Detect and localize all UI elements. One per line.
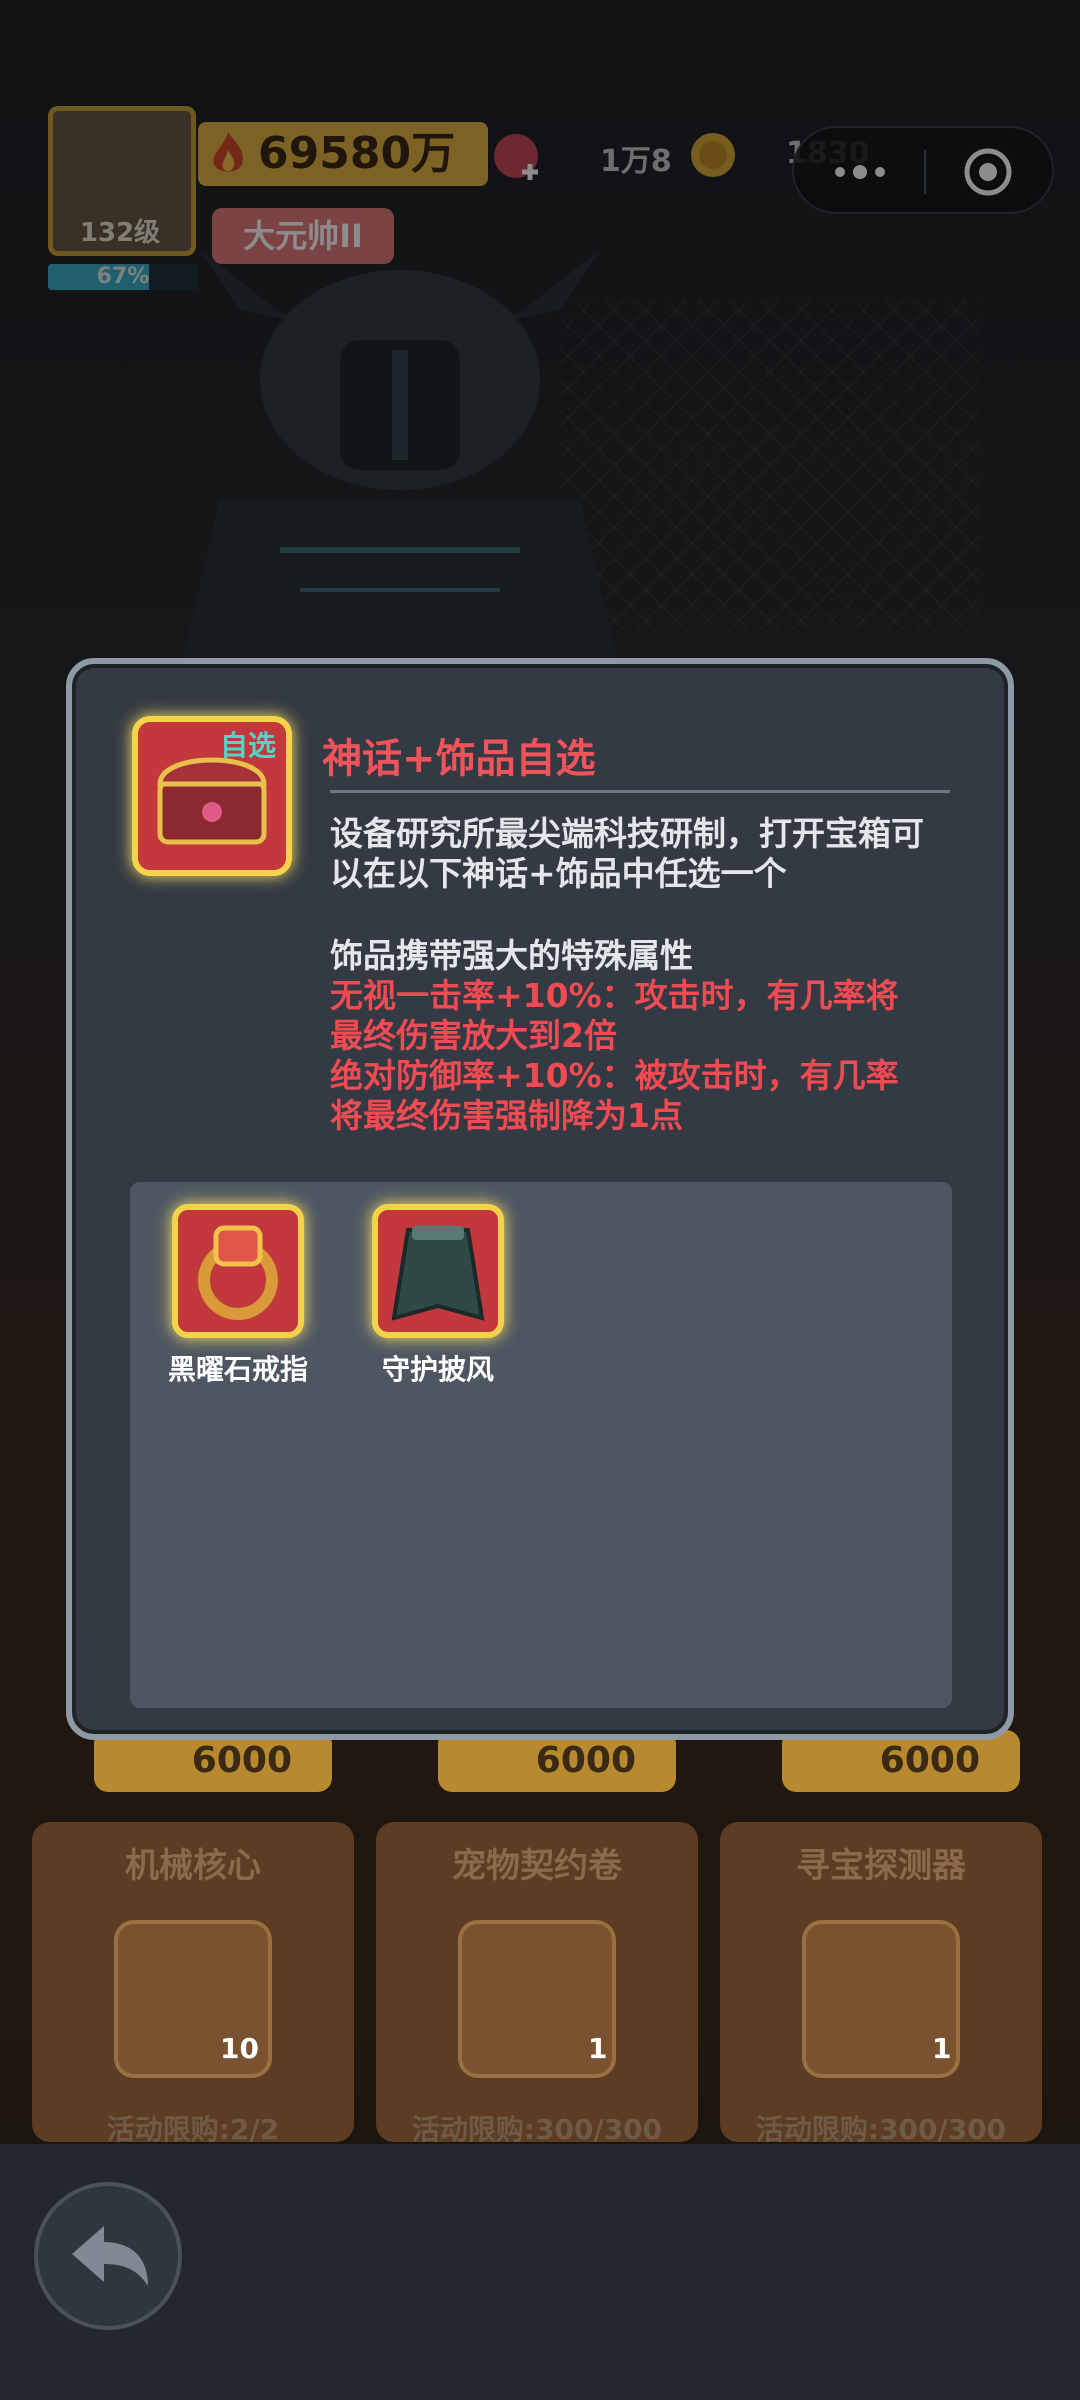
shop-card-qty: 1 (932, 2032, 952, 2065)
shop-card-qty: 10 (220, 2032, 259, 2065)
ring-icon (198, 1225, 278, 1320)
title-divider (330, 790, 950, 793)
item-option-guardian-cloak[interactable] (372, 1204, 504, 1338)
attribute-line: 绝对防御率+10%：被攻击时，有几率 (330, 1056, 899, 1095)
item-option-obsidian-ring[interactable] (172, 1204, 304, 1338)
modal-description: 设备研究所最尖端科技研制，打开宝箱可以在以下神话+饰品中任选一个 (330, 814, 924, 893)
back-arrow-icon (72, 2226, 148, 2286)
attribute-line: 将最终伤害强制降为1点 (330, 1096, 683, 1135)
shop-card-qty: 1 (588, 2032, 608, 2065)
shop-card-title: 寻宝探测器 (796, 1846, 966, 1886)
attribute-line: 无视一击率+10%：攻击时，有几率将 (330, 976, 899, 1015)
cloak-icon (391, 1226, 485, 1321)
shop-card-limit: 活动限购:300/300 (411, 2113, 663, 2146)
attribute-line: 最终伤害放大到2倍 (330, 1016, 617, 1055)
shop-card-limit: 活动限购:300/300 (755, 2113, 1007, 2146)
shop-card-limit: 活动限购:2/2 (106, 2113, 280, 2146)
item-label: 守护披风 (381, 1353, 494, 1386)
shop-card-title: 机械核心 (125, 1846, 261, 1886)
back-button[interactable] (34, 2182, 182, 2330)
selectable-badge: 自选 (220, 729, 277, 762)
item-label: 黑曜石戒指 (167, 1353, 308, 1386)
attributes-heading: 饰品携带强大的特殊属性 (330, 936, 693, 975)
modal-title: 神话+饰品自选 (322, 736, 596, 782)
shop-card-title: 宠物契约卷 (452, 1846, 622, 1886)
